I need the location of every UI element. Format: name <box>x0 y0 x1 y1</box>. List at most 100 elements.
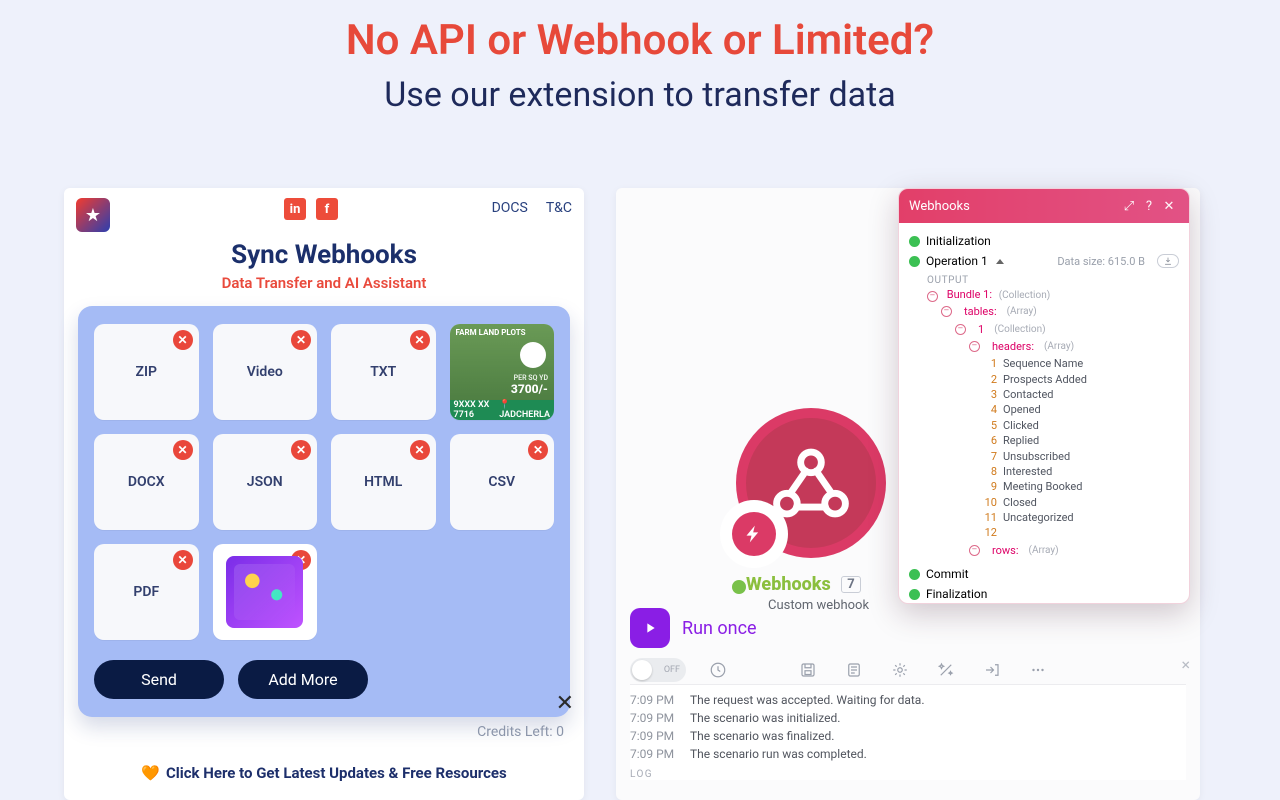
magic-icon[interactable] <box>932 656 960 684</box>
status-initialization[interactable]: Initialization <box>909 231 1179 251</box>
run-once-label: Run once <box>682 618 757 639</box>
close-icon[interactable]: ✕ <box>556 691 574 716</box>
tile-image-illustration[interactable]: ✕ <box>213 544 318 640</box>
clock-icon[interactable] <box>704 656 732 684</box>
node-subtitle: Custom webhook <box>768 598 869 613</box>
linkedin-icon[interactable]: in <box>284 198 306 220</box>
inspector-title: Webhooks <box>909 199 970 214</box>
panel-tagline: Data Transfer and AI Assistant <box>64 274 584 292</box>
collapse-icon[interactable]: – <box>969 341 980 352</box>
tree-header-item[interactable]: 7Unsubscribed <box>983 448 1179 463</box>
node-title: Webhooks 7 <box>746 574 861 595</box>
run-once-control[interactable]: Run once <box>630 608 757 648</box>
scenario-canvas: Webhooks 7 Custom webhook Run once OFF S… <box>616 188 1200 800</box>
tree-tables[interactable]: –tables: (Array) <box>941 304 1179 319</box>
tree-header-item[interactable]: 5Clicked <box>983 418 1179 433</box>
expand-icon[interactable]: ⤢ <box>1119 199 1139 214</box>
play-icon[interactable] <box>630 608 670 648</box>
settings-icon[interactable] <box>886 656 914 684</box>
tree-header-item[interactable]: 11Uncategorized <box>983 510 1179 525</box>
export-icon[interactable] <box>978 656 1006 684</box>
attachments-grid: ✕ ZIP ✕ Video ✕ TXT ✕ FARM LAND PLOTS PER S… <box>94 324 554 640</box>
heart-icon: 🧡 <box>141 764 160 782</box>
output-label: OUTPUT <box>909 271 1179 288</box>
status-ok-icon <box>909 256 920 267</box>
tree-header-item[interactable]: 6Replied <box>983 433 1179 448</box>
collapse-icon[interactable]: – <box>927 291 938 302</box>
tile-docx[interactable]: ✕ DOCX <box>94 434 199 530</box>
tree-header-item[interactable]: 3Contacted <box>983 387 1179 402</box>
tile-label: DOCX <box>128 474 165 490</box>
tile-zip[interactable]: ✕ ZIP <box>94 324 199 420</box>
tree-header-item[interactable]: 4Opened <box>983 402 1179 417</box>
status-ok-icon <box>732 580 746 594</box>
status-commit[interactable]: Commit <box>909 564 1179 584</box>
status-ok-icon <box>909 236 920 247</box>
tile-remove-icon[interactable]: ✕ <box>528 440 548 460</box>
scheduling-toggle[interactable]: OFF <box>630 658 686 682</box>
close-icon[interactable]: ✕ <box>1159 199 1179 214</box>
illustration-icon <box>226 556 303 627</box>
tree-header-item[interactable]: 9Meeting Booked <box>983 479 1179 494</box>
tree-header-item[interactable]: 1Sequence Name <box>983 356 1179 371</box>
collapse-icon[interactable]: – <box>941 306 952 317</box>
tile-label: TXT <box>370 364 396 380</box>
ad-badge-icon <box>520 342 546 368</box>
extension-header: ★ in f DOCS T&C <box>64 188 584 232</box>
updates-cta[interactable]: 🧡Click Here to Get Latest Updates & Free… <box>64 764 584 782</box>
tree-header-item[interactable]: 12 <box>983 525 1179 540</box>
facebook-icon[interactable]: f <box>316 198 338 220</box>
tile-label: JSON <box>247 474 283 490</box>
send-button[interactable]: Send <box>94 660 224 699</box>
ad-thumbnail: FARM LAND PLOTS PER SQ YD3700/- 9XXX XX … <box>450 324 555 420</box>
brand-logo-icon: ★ <box>76 198 110 232</box>
save-icon[interactable] <box>794 656 822 684</box>
credits-label: Credits Left: 0 <box>477 724 564 740</box>
chevron-up-icon <box>996 259 1004 264</box>
tile-image-ad[interactable]: ✕ FARM LAND PLOTS PER SQ YD3700/- 9XXX X… <box>450 324 555 420</box>
tile-remove-icon[interactable]: ✕ <box>291 330 311 350</box>
tree-headers[interactable]: –headers: (Array) <box>969 339 1179 354</box>
tile-remove-icon[interactable]: ✕ <box>173 330 193 350</box>
nav-docs[interactable]: DOCS <box>492 200 528 216</box>
tree-header-item[interactable]: 2Prospects Added <box>983 372 1179 387</box>
collapse-icon[interactable]: – <box>955 324 966 335</box>
tile-remove-icon[interactable]: ✕ <box>173 550 193 570</box>
output-tree: – Bundle 1: (Collection) –tables: (Array… <box>909 288 1179 558</box>
nav-tc[interactable]: T&C <box>546 200 572 216</box>
collapse-icon[interactable]: – <box>969 545 980 556</box>
tile-remove-icon[interactable]: ✕ <box>410 440 430 460</box>
webhook-icon <box>768 440 854 526</box>
tile-label: Video <box>247 364 283 380</box>
tree-bundle[interactable]: – Bundle 1: (Collection) <box>927 288 1179 302</box>
inspector-panel[interactable]: Webhooks ⤢ ? ✕ Initialization Operation … <box>898 188 1190 604</box>
tile-csv[interactable]: ✕ CSV <box>450 434 555 530</box>
tile-txt[interactable]: ✕ TXT <box>331 324 436 420</box>
add-more-button[interactable]: Add More <box>238 660 368 699</box>
tree-header-item[interactable]: 10Closed <box>983 495 1179 510</box>
status-finalization[interactable]: Finalization <box>909 584 1179 603</box>
tile-remove-icon[interactable]: ✕ <box>291 440 311 460</box>
notes-icon[interactable] <box>840 656 868 684</box>
tile-json[interactable]: ✕ JSON <box>213 434 318 530</box>
tile-label: ZIP <box>136 364 157 380</box>
tile-html[interactable]: ✕HTML <box>331 434 436 530</box>
more-icon[interactable] <box>1024 656 1052 684</box>
inspector-body: Initialization Operation 1 Data size: 61… <box>899 223 1189 603</box>
status-ok-icon <box>909 569 920 580</box>
tile-remove-icon[interactable]: ✕ <box>410 330 430 350</box>
tree-header-item[interactable]: 8Interested <box>983 464 1179 479</box>
log-row: 7:09 PMThe scenario run was completed. <box>630 745 1186 763</box>
tile-pdf[interactable]: ✕PDF <box>94 544 199 640</box>
tree-tables-1[interactable]: –1 (Collection) <box>955 321 1179 336</box>
download-chip-icon[interactable] <box>1157 254 1179 268</box>
tree-rows[interactable]: –rows: (Array) <box>969 543 1179 558</box>
page: No API or Webhook or Limited? Use our ex… <box>0 16 1280 800</box>
status-operation[interactable]: Operation 1 Data size: 615.0 B <box>909 251 1179 271</box>
tile-remove-icon[interactable]: ✕ <box>173 440 193 460</box>
tile-label: CSV <box>488 474 515 490</box>
log-close-icon[interactable]: × <box>1181 655 1190 674</box>
help-icon[interactable]: ? <box>1139 199 1159 214</box>
subheadline: Use our extension to transfer data <box>0 75 1280 115</box>
tile-video[interactable]: ✕ Video <box>213 324 318 420</box>
